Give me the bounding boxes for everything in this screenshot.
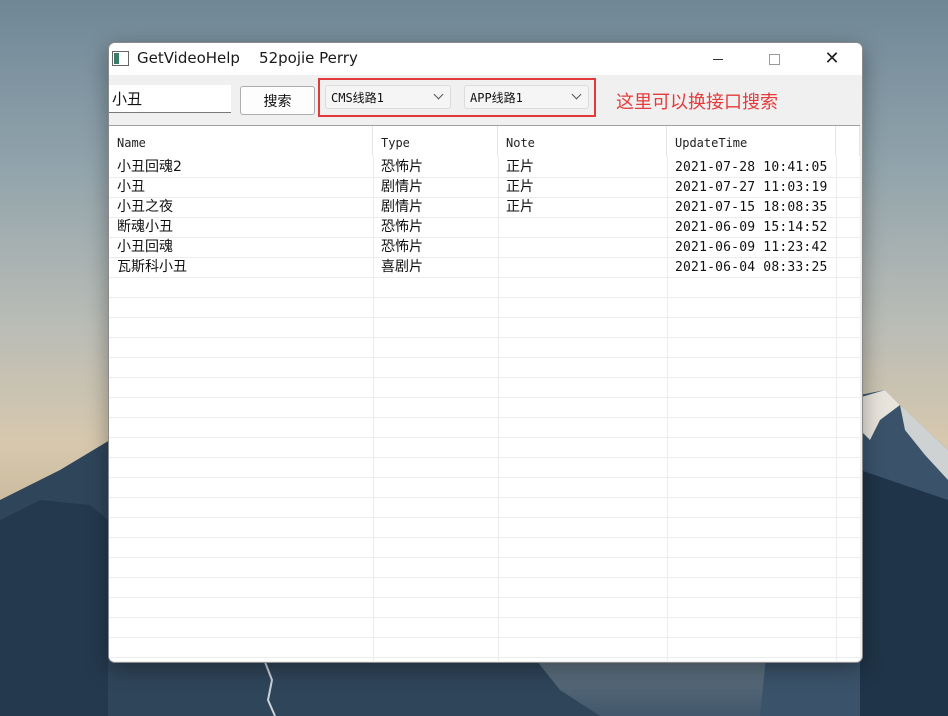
cms-line-select[interactable]: CMS线路1 — [325, 85, 451, 109]
cell-type: 剧情片 — [381, 199, 423, 215]
empty-table-row — [109, 458, 860, 478]
cell-time: 2021-06-09 11:23:42 — [675, 240, 828, 255]
toolbar: 搜索 CMS线路1 APP线路1 这里可以换接口搜索 — [109, 75, 862, 125]
empty-table-row — [109, 438, 860, 458]
empty-table-row — [109, 498, 860, 518]
table-row[interactable]: 小丑回魂2 恐怖片 正片 2021-07-28 10:41:05 — [109, 158, 860, 178]
cell-note: 正片 — [506, 199, 534, 215]
empty-table-row — [109, 518, 860, 538]
empty-table-row — [109, 318, 860, 338]
empty-table-row — [109, 358, 860, 378]
results-table: Name Type Note UpdateTime 小丑回魂2 恐怖片 正片 2021… — [109, 125, 860, 661]
annotation-text: 这里可以换接口搜索 — [616, 92, 778, 113]
cell-type: 恐怖片 — [381, 239, 423, 255]
cell-note: 正片 — [506, 159, 534, 175]
cell-time: 2021-07-15 18:08:35 — [675, 200, 828, 215]
table-row[interactable]: 小丑回魂 恐怖片 2021-06-09 11:23:42 — [109, 238, 860, 258]
cell-note — [498, 218, 667, 238]
empty-table-row — [109, 598, 860, 618]
maximize-icon — [768, 53, 780, 65]
empty-table-row — [109, 538, 860, 558]
empty-table-row — [109, 398, 860, 418]
cell-name: 小丑 — [117, 179, 145, 195]
minimize-icon — [713, 58, 723, 60]
cms-line-value: CMS线路1 — [331, 90, 384, 105]
cell-name: 断魂小丑 — [117, 219, 173, 235]
column-divider — [667, 156, 668, 661]
title-bar[interactable]: GetVideoHelp 52pojie Perry ✕ — [109, 43, 862, 75]
empty-table-row — [109, 338, 860, 358]
empty-table-row — [109, 478, 860, 498]
cell-time: 2021-06-09 15:14:52 — [675, 220, 828, 235]
close-icon: ✕ — [824, 48, 840, 69]
search-button[interactable]: 搜索 — [240, 86, 315, 115]
cell-type: 恐怖片 — [381, 219, 423, 235]
cell-time: 2021-07-28 10:41:05 — [675, 160, 828, 175]
cell-note — [498, 258, 667, 278]
table-row[interactable]: 小丑之夜 剧情片 正片 2021-07-15 18:08:35 — [109, 198, 860, 218]
cell-name: 瓦斯科小丑 — [117, 259, 187, 275]
column-divider — [498, 156, 499, 661]
cell-name: 小丑之夜 — [117, 199, 173, 215]
table-header: Name Type Note UpdateTime — [109, 126, 860, 156]
table-row[interactable]: 断魂小丑 恐怖片 2021-06-09 15:14:52 — [109, 218, 860, 238]
cell-type: 恐怖片 — [381, 159, 423, 175]
column-divider — [373, 156, 374, 661]
empty-table-row — [109, 578, 860, 598]
column-header-updatetime[interactable]: UpdateTime — [667, 126, 836, 156]
chevron-down-icon — [433, 89, 444, 100]
cell-time: 2021-06-04 08:33:25 — [675, 260, 828, 275]
column-divider — [836, 156, 837, 661]
empty-table-row — [109, 298, 860, 318]
app-window: GetVideoHelp 52pojie Perry ✕ 搜索 CMS线路1 A… — [108, 42, 863, 663]
search-input[interactable] — [109, 85, 231, 113]
cell-type: 剧情片 — [381, 179, 423, 195]
cell-name: 小丑回魂 — [117, 239, 173, 255]
column-header-type[interactable]: Type — [373, 126, 498, 156]
cell-note — [498, 238, 667, 258]
table-row[interactable]: 小丑 剧情片 正片 2021-07-27 11:03:19 — [109, 178, 860, 198]
cell-note: 正片 — [506, 179, 534, 195]
cell-type: 喜剧片 — [381, 259, 423, 275]
close-button[interactable]: ✕ — [804, 43, 860, 75]
window-title: GetVideoHelp 52pojie Perry — [137, 49, 358, 67]
app-icon — [112, 51, 129, 66]
minimize-button[interactable] — [690, 43, 746, 75]
column-header-filler — [836, 126, 860, 156]
empty-table-row — [109, 618, 860, 638]
maximize-button[interactable] — [746, 43, 802, 75]
chevron-down-icon — [571, 89, 582, 100]
empty-table-row — [109, 378, 860, 398]
empty-table-row — [109, 278, 860, 298]
table-row[interactable]: 瓦斯科小丑 喜剧片 2021-06-04 08:33:25 — [109, 258, 860, 278]
empty-table-row — [109, 638, 860, 658]
column-header-note[interactable]: Note — [498, 126, 667, 156]
cell-name: 小丑回魂2 — [117, 159, 182, 175]
column-header-name[interactable]: Name — [109, 126, 373, 156]
app-line-value: APP线路1 — [470, 90, 523, 105]
empty-table-row — [109, 418, 860, 438]
empty-table-row — [109, 558, 860, 578]
cell-time: 2021-07-27 11:03:19 — [675, 180, 828, 195]
app-line-select[interactable]: APP线路1 — [464, 85, 589, 109]
